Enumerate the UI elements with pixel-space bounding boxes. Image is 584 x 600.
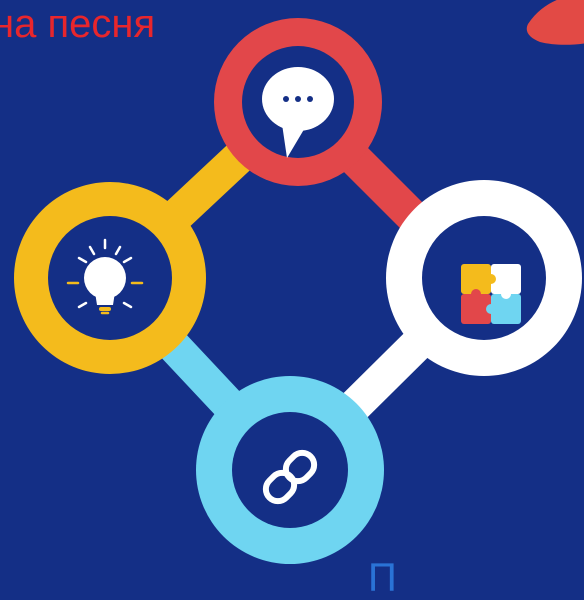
cycle-diagram <box>14 0 584 564</box>
node-link <box>196 376 384 564</box>
page-title: на песня <box>0 2 156 46</box>
node-idea <box>14 182 206 374</box>
footer-letter: П <box>368 556 397 600</box>
node-puzzle <box>386 180 582 376</box>
node-speech <box>214 18 382 186</box>
decorative-leaf <box>526 0 584 45</box>
